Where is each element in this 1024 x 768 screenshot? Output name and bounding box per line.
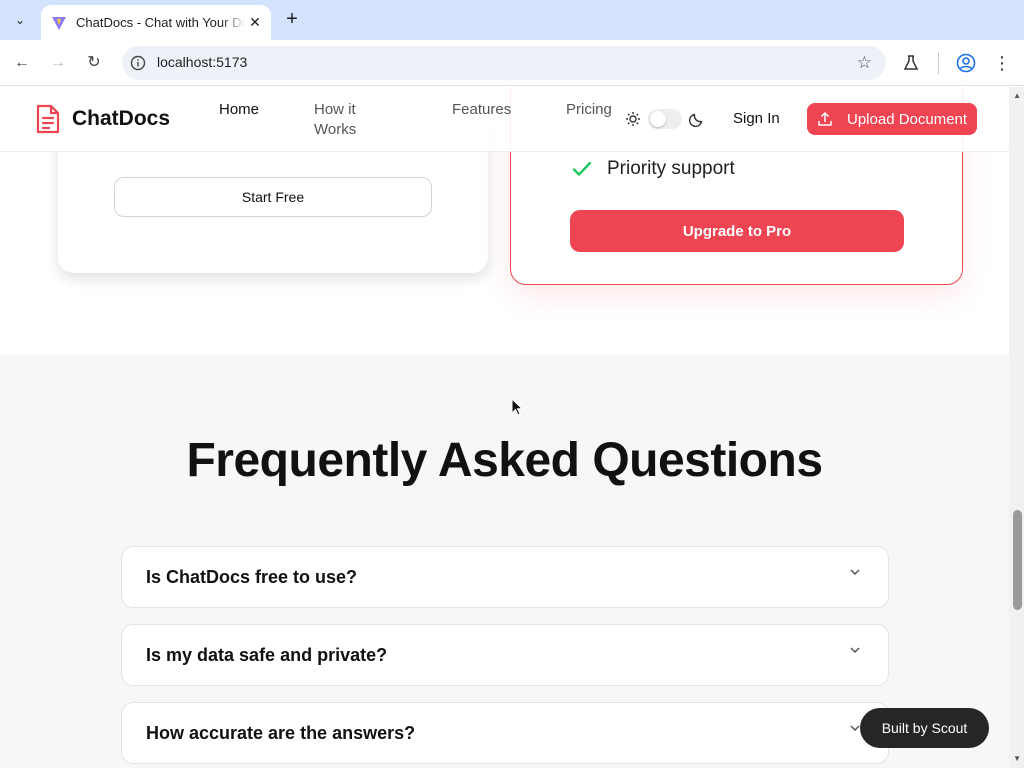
address-bar[interactable]: localhost:5173 ☆ — [122, 46, 886, 80]
browser-tab[interactable]: ChatDocs - Chat with Your Documents ✕ — [41, 5, 271, 40]
scroll-up-arrow-icon[interactable]: ▲ — [1013, 91, 1021, 100]
close-tab-icon[interactable]: ✕ — [247, 14, 263, 30]
built-by-scout-badge[interactable]: Built by Scout — [860, 708, 989, 748]
page-scrollbar[interactable] — [1009, 87, 1024, 768]
faq-question: Is my data safe and private? — [146, 645, 388, 665]
faq-title: Frequently Asked Questions — [186, 434, 823, 487]
sun-icon — [626, 112, 640, 126]
document-logo-icon[interactable] — [35, 104, 61, 134]
faq-section: Frequently Asked Questions Is ChatDocs f… — [0, 354, 1009, 768]
bookmark-star-icon[interactable]: ☆ — [857, 53, 872, 73]
mouse-cursor-icon — [511, 398, 523, 416]
new-tab-icon[interactable]: + — [282, 9, 302, 29]
page-viewport: Start Free Priority support Upgrade to P… — [0, 87, 1024, 768]
upload-document-label: Upload Document — [847, 110, 968, 128]
nav-features[interactable]: Features — [452, 100, 511, 120]
reload-icon[interactable]: ↻ — [82, 51, 106, 75]
labs-flask-icon[interactable] — [900, 52, 922, 74]
faq-item[interactable]: Is ChatDocs free to use? — [121, 546, 889, 608]
upload-document-button[interactable]: Upload Document — [807, 103, 977, 135]
chevron-down-icon — [850, 569, 860, 576]
theme-toggle-knob — [650, 111, 666, 127]
nav-pricing[interactable]: Pricing — [566, 100, 612, 120]
upgrade-to-pro-button[interactable]: Upgrade to Pro — [570, 210, 904, 252]
check-icon — [572, 161, 592, 176]
vite-favicon-icon — [52, 16, 66, 30]
start-free-button[interactable]: Start Free — [114, 177, 432, 217]
theme-toggle[interactable] — [648, 109, 682, 129]
nav-home[interactable]: Home — [219, 100, 259, 120]
toolbar-divider — [938, 52, 939, 74]
chevron-down-icon — [850, 647, 860, 654]
brand-name[interactable]: ChatDocs — [72, 107, 170, 131]
faq-item[interactable]: How accurate are the answers? — [121, 702, 889, 764]
site-header: ChatDocs Home How it Works Features Pric… — [0, 87, 1009, 152]
forward-icon[interactable]: → — [46, 51, 70, 75]
scrollbar-thumb[interactable] — [1013, 510, 1022, 610]
faq-question: How accurate are the answers? — [146, 723, 416, 743]
sign-in-link[interactable]: Sign In — [733, 110, 780, 127]
faq-question: Is ChatDocs free to use? — [146, 567, 358, 587]
moon-icon — [689, 113, 703, 127]
profile-icon[interactable] — [955, 52, 977, 74]
faq-item[interactable]: Is my data safe and private? — [121, 624, 889, 686]
site-info-icon[interactable] — [130, 55, 146, 71]
pro-feature-text: Priority support — [607, 158, 735, 179]
upload-icon — [818, 112, 832, 126]
browser-toolbar: ← → ↻ localhost:5173 ☆ ⋮ — [0, 40, 1024, 86]
scroll-down-arrow-icon[interactable]: ▼ — [1013, 754, 1021, 763]
browser-tab-strip: ⌄ ChatDocs - Chat with Your Documents ✕ … — [0, 0, 1024, 40]
pro-feature-row: Priority support — [571, 158, 735, 180]
more-menu-icon[interactable]: ⋮ — [991, 52, 1013, 74]
url-text: localhost:5173 — [157, 54, 248, 70]
tab-search-icon[interactable]: ⌄ — [8, 8, 32, 32]
tab-title: ChatDocs - Chat with Your Documents — [76, 15, 246, 30]
back-icon[interactable]: ← — [10, 51, 34, 75]
nav-how-it-works[interactable]: How it Works — [314, 100, 374, 140]
